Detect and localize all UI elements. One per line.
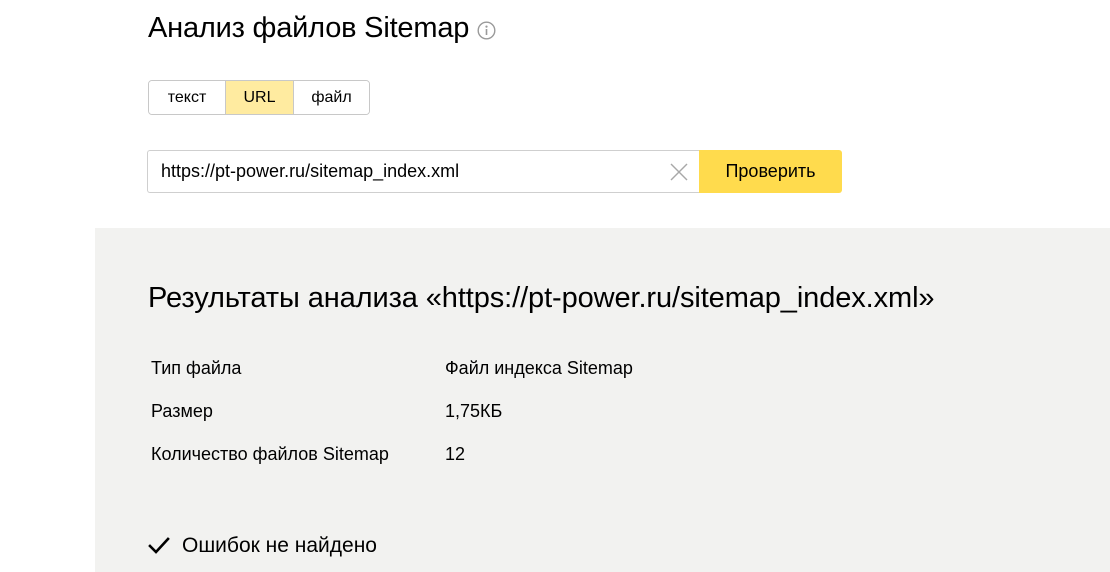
status-text: Ошибок не найдено: [182, 534, 377, 557]
mode-file-button[interactable]: файл: [293, 81, 369, 114]
table-row: Размер 1,75КБ: [151, 401, 633, 444]
url-form: Проверить: [147, 150, 842, 193]
url-input-wrapper: [147, 150, 699, 193]
table-row: Тип файла Файл индекса Sitemap: [151, 358, 633, 401]
row-value: 1,75КБ: [445, 401, 503, 421]
results-title: Результаты анализа «https://pt-power.ru/…: [148, 282, 935, 314]
table-row: Количество файлов Sitemap 12: [151, 444, 633, 487]
checkmark-icon: [148, 536, 170, 556]
row-key: Количество файлов Sitemap: [151, 444, 389, 464]
page: Анализ файлов Sitemap текст URL файл Про…: [0, 0, 1110, 572]
info-icon[interactable]: [477, 21, 496, 40]
row-key: Размер: [151, 401, 213, 421]
results-info-table: Тип файла Файл индекса Sitemap Размер 1,…: [151, 358, 633, 487]
close-icon[interactable]: [669, 162, 689, 182]
url-input[interactable]: [148, 151, 651, 192]
mode-url-button[interactable]: URL: [225, 81, 293, 114]
row-key: Тип файла: [151, 358, 242, 378]
check-button[interactable]: Проверить: [699, 150, 842, 193]
mode-text-button[interactable]: текст: [149, 81, 225, 114]
page-title: Анализ файлов Sitemap: [148, 12, 470, 44]
input-mode-switch: текст URL файл: [148, 80, 370, 115]
status-message: Ошибок не найдено: [148, 534, 377, 558]
title-row: Анализ файлов Sitemap: [148, 12, 496, 45]
results-panel: Результаты анализа «https://pt-power.ru/…: [95, 228, 1110, 572]
row-value: 12: [445, 444, 466, 464]
row-value: Файл индекса Sitemap: [445, 358, 633, 378]
